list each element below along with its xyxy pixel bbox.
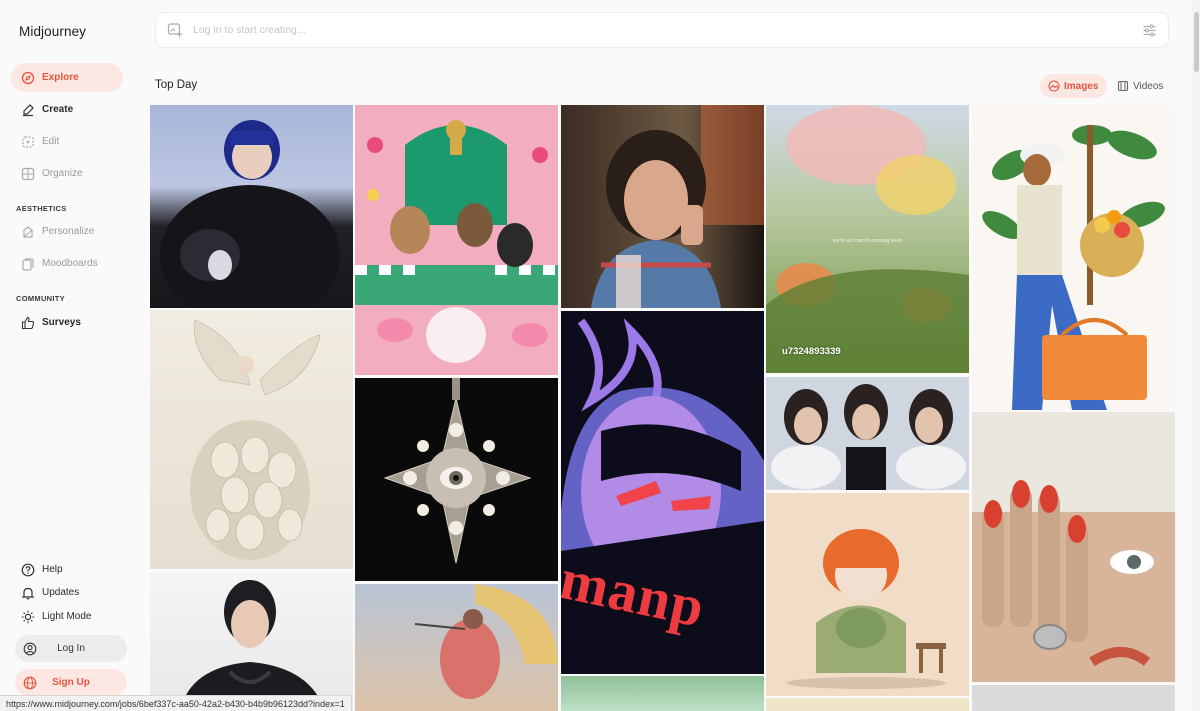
sidebar-item-create[interactable]: Create (11, 95, 123, 124)
log-in-label: Log In (57, 643, 85, 654)
brush-icon (21, 103, 35, 117)
help-icon (21, 563, 35, 577)
palette-icon (21, 225, 35, 239)
gallery-image[interactable] (355, 584, 558, 711)
images-toggle-label: Images (1064, 80, 1099, 92)
gallery-image[interactable] (150, 310, 353, 569)
page-scrollbar[interactable] (1192, 0, 1200, 711)
sidebar-item-label: Explore (42, 72, 79, 83)
sidebar-item-label: Light Mode (42, 611, 92, 622)
sidebar-item-label: Moodboards (42, 258, 98, 269)
bell-icon (21, 586, 35, 600)
gallery-image[interactable] (561, 676, 764, 711)
gallery-image[interactable] (150, 105, 353, 308)
sidebar-item-light-mode[interactable]: Light Mode (11, 602, 123, 631)
gallery-image[interactable]: socre art merch coming soon u7324893339 (766, 105, 969, 373)
app-logo[interactable]: Midjourney (19, 24, 86, 39)
globe-icon (23, 676, 37, 690)
thumbs-up-icon (21, 316, 35, 330)
gallery-image[interactable] (766, 698, 969, 711)
film-icon (1117, 80, 1129, 92)
scrollbar-thumb[interactable] (1194, 12, 1199, 72)
sidebar-item-label: Organize (42, 168, 83, 179)
settings-sliders-icon[interactable] (1142, 23, 1157, 38)
sidebar-item-surveys[interactable]: Surveys (11, 308, 123, 337)
sidebar-item-label: Create (42, 104, 74, 115)
prompt-bar (155, 12, 1169, 48)
section-label-aesthetics: AESTHETICS (16, 204, 67, 213)
gallery-image[interactable] (972, 685, 1175, 711)
image-add-icon[interactable] (167, 22, 183, 38)
page-title: Top Day (155, 79, 198, 91)
sidebar-item-moodboards[interactable]: Moodboards (11, 249, 123, 278)
sidebar-item-edit[interactable]: Edit (11, 127, 123, 156)
image-icon (1048, 80, 1060, 92)
tile-watermark-text: socre art merch coming soon (832, 238, 903, 244)
sidebar-item-label: Help (42, 564, 63, 575)
videos-toggle-button[interactable]: Videos (1109, 74, 1172, 98)
sidebar-item-organize[interactable]: Organize (11, 159, 123, 188)
gallery-image[interactable] (972, 412, 1175, 682)
user-icon (23, 642, 37, 656)
status-bar-url: https://www.midjourney.com/jobs/6bef337c… (0, 695, 352, 711)
videos-toggle-label: Videos (1133, 80, 1164, 92)
edit-icon (21, 135, 35, 149)
moodboard-icon (21, 257, 35, 271)
gallery-image[interactable] (766, 493, 969, 696)
images-toggle-button[interactable]: Images (1040, 74, 1108, 98)
gallery-image[interactable] (766, 377, 969, 490)
log-in-button[interactable]: Log In (15, 635, 127, 662)
gallery-image[interactable] (561, 105, 764, 308)
sign-up-button[interactable]: Sign Up (15, 669, 127, 696)
tile-username[interactable]: u7324893339 (782, 346, 841, 357)
gallery-image[interactable]: manp (561, 311, 764, 674)
sun-icon (21, 610, 35, 624)
gallery-image[interactable] (355, 105, 558, 375)
sidebar-item-label: Updates (42, 587, 80, 598)
compass-icon (21, 71, 35, 85)
prompt-input[interactable] (193, 24, 1093, 36)
sidebar-item-label: Surveys (42, 317, 81, 328)
sidebar-item-explore[interactable]: Explore (11, 63, 123, 92)
sidebar-item-label: Personalize (42, 226, 95, 237)
grid-icon (21, 167, 35, 181)
sidebar-item-label: Edit (42, 136, 60, 147)
section-label-community: COMMUNITY (16, 294, 65, 303)
sidebar: Midjourney Explore Create Edit Organize … (0, 0, 140, 711)
gallery-image[interactable] (972, 105, 1175, 410)
gallery-image[interactable] (355, 378, 558, 581)
sign-up-label: Sign Up (52, 677, 90, 688)
gallery-image[interactable] (150, 572, 353, 711)
sidebar-item-personalize[interactable]: Personalize (11, 217, 123, 246)
